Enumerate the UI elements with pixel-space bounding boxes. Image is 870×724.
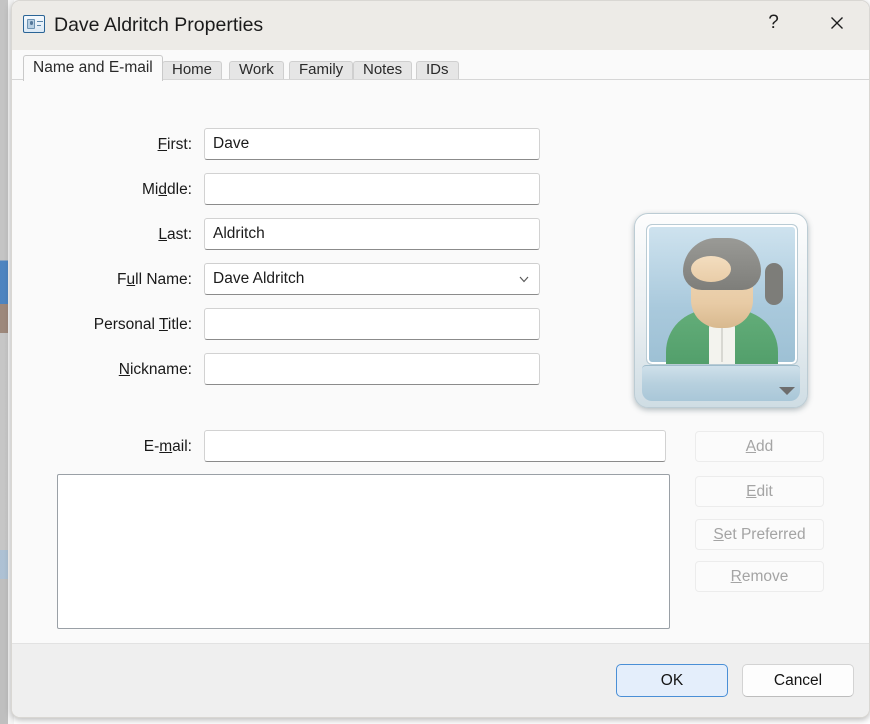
title-bar[interactable]: Dave Aldritch Properties ? bbox=[12, 1, 869, 50]
remove-email-button[interactable]: Remove bbox=[695, 561, 824, 592]
label-email-a: E- bbox=[143, 438, 160, 455]
contact-card-line-2 bbox=[36, 24, 41, 27]
label-last-rest: ast: bbox=[167, 226, 192, 243]
label-full-name: Full Name: bbox=[117, 271, 192, 288]
label-personal-title-b: itle: bbox=[167, 316, 192, 333]
label-personal-title: Personal Title: bbox=[93, 316, 192, 333]
email-input[interactable] bbox=[204, 430, 666, 462]
help-button[interactable]: ? bbox=[750, 1, 797, 45]
background-window-sliver[interactable] bbox=[0, 0, 8, 724]
contact-photo-image bbox=[646, 224, 798, 365]
label-personal-title-a: Personal bbox=[93, 316, 159, 333]
add-email-button-label: Add bbox=[745, 437, 774, 455]
label-last: Last: bbox=[158, 226, 192, 243]
label-middle-b: dle: bbox=[167, 181, 192, 198]
full-name-combobox[interactable]: Dave Aldritch bbox=[204, 263, 540, 295]
tab-notes[interactable]: Notes bbox=[353, 61, 413, 80]
edit-email-button-label: Edit bbox=[746, 482, 773, 500]
label-email-b: ail: bbox=[172, 438, 192, 455]
avatar-sideburn bbox=[765, 263, 783, 305]
tab-strip: Name and E-mail Home Work Family Notes I… bbox=[12, 50, 869, 81]
label-nickname: Nickname: bbox=[118, 361, 192, 378]
label-first: First: bbox=[157, 136, 192, 153]
tab-name-and-email[interactable]: Name and E-mail bbox=[23, 55, 163, 81]
contact-card-icon bbox=[23, 15, 45, 33]
field-row-first: First: bbox=[12, 128, 869, 162]
window-title: Dave Aldritch Properties bbox=[54, 14, 264, 36]
middle-name-input[interactable] bbox=[204, 173, 540, 205]
label-first-rest: irst: bbox=[167, 136, 192, 153]
label-full-name-a: F bbox=[117, 271, 127, 288]
label-email: E-mail: bbox=[143, 438, 192, 455]
tab-family[interactable]: Family bbox=[289, 61, 354, 80]
avatar-hair bbox=[683, 238, 761, 290]
tab-ids[interactable]: IDs bbox=[416, 61, 459, 80]
label-full-name-b: ll Name: bbox=[135, 271, 192, 288]
cancel-button-label: Cancel bbox=[773, 671, 823, 689]
personal-title-input[interactable] bbox=[204, 308, 540, 340]
edit-email-button[interactable]: Edit bbox=[695, 476, 824, 507]
first-name-input[interactable] bbox=[204, 128, 540, 160]
help-icon: ? bbox=[768, 12, 779, 33]
ok-button-label: OK bbox=[660, 671, 684, 689]
contact-card-line-1 bbox=[36, 20, 43, 23]
label-middle-a: Mi bbox=[142, 181, 159, 198]
last-name-input[interactable] bbox=[204, 218, 540, 250]
add-email-button[interactable]: Add bbox=[695, 431, 824, 462]
photo-dropdown-arrow-icon[interactable] bbox=[779, 387, 795, 395]
contact-card-person-glyph bbox=[26, 18, 35, 29]
close-icon bbox=[830, 17, 843, 29]
nickname-input[interactable] bbox=[204, 353, 540, 385]
close-button[interactable] bbox=[813, 1, 860, 45]
tab-panel-name-and-email: First: Middle: Last: Full Name: Dave Ald… bbox=[12, 79, 869, 647]
tab-work[interactable]: Work bbox=[229, 61, 284, 80]
chevron-down-icon bbox=[519, 276, 529, 283]
ok-button[interactable]: OK bbox=[616, 664, 728, 697]
properties-dialog: Dave Aldritch Properties ? Name and E-ma… bbox=[11, 0, 870, 718]
email-list-box[interactable] bbox=[57, 474, 670, 629]
full-name-value: Dave Aldritch bbox=[213, 270, 305, 287]
cancel-button[interactable]: Cancel bbox=[742, 664, 854, 697]
label-middle: Middle: bbox=[142, 181, 192, 198]
field-row-middle: Middle: bbox=[12, 173, 869, 207]
set-preferred-button-label: Set Preferred bbox=[713, 525, 806, 543]
label-nickname-rest: ickname: bbox=[129, 361, 192, 378]
contact-photo-base bbox=[642, 365, 800, 401]
tab-home[interactable]: Home bbox=[162, 61, 223, 80]
remove-email-button-label: Remove bbox=[730, 567, 789, 585]
contact-photo-picker[interactable] bbox=[634, 213, 808, 408]
dialog-footer: OK Cancel bbox=[12, 643, 869, 717]
set-preferred-button[interactable]: Set Preferred bbox=[695, 519, 824, 550]
